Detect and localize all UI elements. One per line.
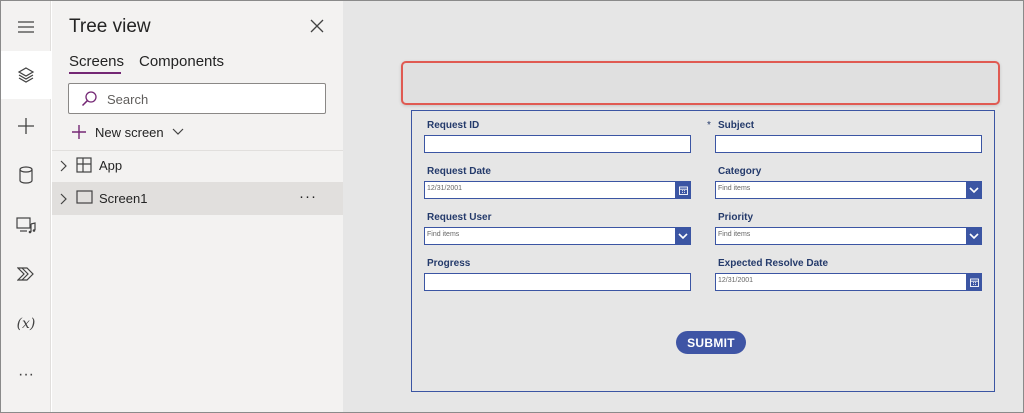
combobox-placeholder: Find items (427, 231, 460, 238)
data-button[interactable] (1, 151, 51, 199)
chevron-down-icon (172, 128, 184, 135)
required-marker: * (707, 120, 711, 131)
close-icon (310, 19, 324, 33)
chevron-down-icon (969, 232, 979, 239)
more-options-button[interactable]: ··· (299, 188, 317, 205)
search-box[interactable]: Search (68, 83, 326, 114)
variables-button[interactable]: (x) (1, 300, 51, 348)
insert-button[interactable] (1, 102, 51, 150)
tab-components[interactable]: Components (139, 53, 224, 70)
menu-icon (18, 21, 34, 33)
calendar-button[interactable] (675, 181, 691, 199)
close-button[interactable] (308, 17, 326, 35)
tree-item-screen1[interactable]: Screen1 ··· (52, 182, 343, 215)
field-label-request-id: Request ID (427, 120, 480, 131)
power-automate-button[interactable] (1, 250, 51, 298)
new-screen-button[interactable]: New screen (71, 122, 184, 142)
app-icon (76, 157, 92, 173)
layers-icon (17, 67, 35, 83)
chevron-right-icon (60, 193, 67, 205)
priority-combobox[interactable]: Find items (715, 227, 982, 245)
chevron-right-icon (60, 160, 67, 172)
request-user-combobox[interactable]: Find items (424, 227, 691, 245)
chevron-down-icon (969, 186, 979, 193)
field-label-progress: Progress (427, 258, 471, 269)
submit-button[interactable]: SUBMIT (676, 331, 746, 354)
combobox-placeholder: Find items (718, 231, 751, 238)
tree-view-button[interactable] (1, 51, 51, 99)
field-label-subject: Subject (718, 120, 755, 131)
field-label-priority: Priority (718, 212, 754, 223)
request-id-input[interactable] (424, 135, 691, 153)
field-label-request-date: Request Date (427, 166, 491, 177)
calendar-button[interactable] (966, 273, 982, 291)
tree-item-app[interactable]: App (52, 149, 343, 182)
plus-icon (72, 125, 86, 139)
calendar-icon (969, 278, 979, 287)
media-button[interactable] (1, 201, 51, 249)
chevron-down-icon (678, 232, 688, 239)
new-screen-label: New screen (95, 124, 164, 140)
search-input[interactable]: Search (107, 92, 148, 107)
tree-item-label: Screen1 (99, 191, 148, 206)
dropdown-button[interactable] (675, 227, 691, 245)
menu-button[interactable] (1, 3, 51, 51)
tree-view-panel: Tree view Screens Components Search New … (52, 1, 343, 412)
media-icon (16, 217, 36, 234)
search-icon (81, 91, 97, 107)
edit-form[interactable]: Request ID * Subject Request Date 12/31/… (411, 110, 995, 392)
dropdown-button[interactable] (966, 227, 982, 245)
database-icon (19, 166, 33, 184)
progress-input[interactable] (424, 273, 691, 291)
dropdown-button[interactable] (966, 181, 982, 199)
date-value: 12/31/2001 (718, 277, 754, 284)
date-value: 12/31/2001 (427, 185, 463, 192)
more-tools-button[interactable]: ··· (1, 351, 51, 399)
panel-title: Tree view (69, 16, 151, 37)
request-date-picker[interactable]: 12/31/2001 (424, 181, 691, 199)
combobox-placeholder: Find items (718, 185, 751, 192)
tab-screens[interactable]: Screens (69, 53, 124, 70)
expected-resolve-date-picker[interactable]: 12/31/2001 (715, 273, 982, 291)
field-label-category: Category (718, 166, 762, 177)
category-combobox[interactable]: Find items (715, 181, 982, 199)
field-label-expected-resolve-date: Expected Resolve Date (718, 258, 829, 269)
header-rectangle[interactable] (401, 61, 1000, 105)
calendar-icon (678, 186, 688, 195)
more-icon: ··· (18, 366, 34, 383)
left-rail: (x) ··· (1, 1, 51, 412)
design-canvas: Request ID * Subject Request Date 12/31/… (343, 1, 1023, 412)
active-tab-indicator (69, 72, 121, 74)
power-automate-icon (17, 267, 34, 281)
variables-icon: (x) (16, 316, 36, 332)
field-label-request-user: Request User (427, 212, 492, 223)
screen-icon (76, 190, 93, 204)
subject-input[interactable] (715, 135, 982, 153)
plus-icon (18, 118, 34, 134)
tree-item-label: App (99, 158, 123, 173)
